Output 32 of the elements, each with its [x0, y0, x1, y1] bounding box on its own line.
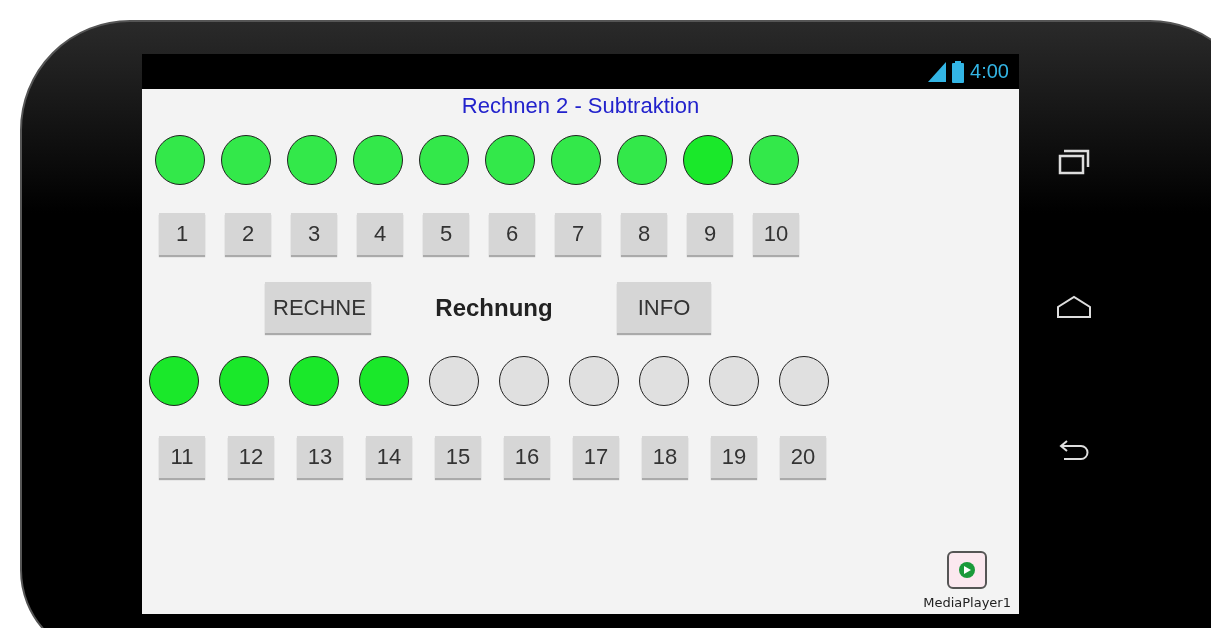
info-button[interactable]: INFO: [617, 282, 711, 333]
number-button[interactable]: 8: [621, 213, 667, 255]
number-button[interactable]: 2: [225, 213, 271, 255]
rechne-button[interactable]: RECHNE: [265, 282, 371, 333]
number-button[interactable]: 5: [423, 213, 469, 255]
app-title: Rechnen 2 - Subtraktion: [460, 94, 701, 118]
number-button[interactable]: 19: [711, 436, 757, 478]
number-button[interactable]: 15: [435, 436, 481, 478]
media-player-icon: [947, 551, 988, 589]
number-button[interactable]: 16: [504, 436, 550, 478]
number-button[interactable]: 12: [228, 436, 274, 478]
number-button[interactable]: 18: [642, 436, 688, 478]
signal-icon: [928, 61, 947, 82]
battery-icon: [952, 60, 965, 83]
home-icon[interactable]: [1056, 295, 1092, 319]
number-button[interactable]: 3: [291, 213, 337, 255]
number-button[interactable]: 7: [555, 213, 601, 255]
number-button[interactable]: 6: [489, 213, 535, 255]
number-button[interactable]: 1: [159, 213, 205, 255]
number-button[interactable]: 11: [159, 436, 205, 478]
status-time: 4:00: [970, 60, 1009, 83]
number-button[interactable]: 13: [297, 436, 343, 478]
back-icon[interactable]: [1059, 439, 1089, 461]
media-player-label: MediaPlayer1: [923, 595, 1011, 610]
number-button[interactable]: 14: [366, 436, 412, 478]
calculation-label: Rechnung: [434, 293, 554, 322]
number-button[interactable]: 9: [687, 213, 733, 255]
number-button[interactable]: 10: [753, 213, 799, 255]
recent-apps-icon[interactable]: [1058, 149, 1090, 175]
number-button[interactable]: 17: [573, 436, 619, 478]
number-button[interactable]: 20: [780, 436, 826, 478]
number-button[interactable]: 4: [357, 213, 403, 255]
